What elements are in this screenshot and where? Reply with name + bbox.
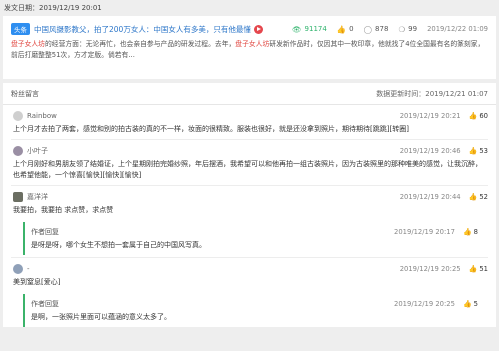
- thumb-up-icon: 👍: [468, 192, 478, 201]
- comment-icon: ◯: [363, 24, 373, 34]
- comment-username: -: [27, 264, 30, 273]
- article-excerpt: 盘子女人坊的经营方面：无论再忙，也会亲自参与产品的研发过程。去年，盘子女人坊研发…: [11, 40, 485, 59]
- thumb-up-icon: 👍: [468, 146, 478, 155]
- reply-text: 是啊，一张照片里面可以蕴涵的意义太多了。: [31, 313, 171, 321]
- thumb-up-icon: 👍: [462, 299, 472, 308]
- reply-time: 2019/12/19 20:17: [394, 227, 455, 236]
- article-card[interactable]: 头条 中国风摄影教父，拍了200万女人：中国女人有多美，只有他最懂 👁 91174…: [3, 16, 496, 79]
- comment-time: 2019/12/19 20:21: [399, 111, 461, 120]
- comment-like[interactable]: 👍 53: [469, 147, 488, 155]
- thumb-up-icon: 👍: [468, 264, 478, 273]
- comment-time: 2019/12/19 20:46: [399, 146, 461, 155]
- data-updated-time: 数据更新时间：2019/12/21 01:07: [376, 89, 488, 98]
- comment-item: 嘉洋洋 2019/12/19 20:44 👍 52 我要拍，我要拍 求点赞，求点赞: [3, 186, 496, 220]
- author-reply: 作者回复 2019/12/19 20:25 👍 5 是啊，一张照片里面可以蕴涵的意义…: [23, 294, 486, 327]
- comments-stat: ◯ 878: [363, 24, 389, 34]
- reply-text: 是呀是呀，哪个女生不想拍一套属于自己的中国风写真。: [31, 241, 206, 249]
- shares-stat: ❍ 99: [398, 24, 418, 34]
- avatar: [13, 110, 23, 121]
- reply-time: 2019/12/19 20:25: [394, 299, 455, 308]
- reply-like[interactable]: 👍 8: [463, 228, 478, 236]
- share-icon: ❍: [398, 24, 406, 34]
- comment-text: 美到窒息[爱心]: [13, 278, 61, 286]
- comment-text: 上个月刚好和男朋友领了结婚证，上个星期刚拍完婚纱照，年后摆酒，我希望可以和他再拍…: [13, 160, 482, 179]
- comment-username: Rainbow: [27, 111, 57, 120]
- reply-author: 作者回复: [31, 227, 59, 236]
- comment-like[interactable]: 👍 60: [469, 112, 488, 120]
- reply-like[interactable]: 👍 5: [463, 300, 478, 308]
- eye-icon: 👁: [292, 24, 302, 34]
- comment-time: 2019/12/19 20:44: [399, 192, 461, 201]
- thumb-up-icon: 👍: [462, 227, 472, 236]
- avatar: [13, 191, 23, 202]
- comment-text: 我要拍，我要拍 求点赞，求点赞: [13, 206, 114, 214]
- section-title: 粉丝留言: [11, 89, 39, 98]
- headline-tag: 头条: [11, 23, 30, 35]
- avatar: [13, 263, 23, 274]
- likes-stat: 👍 0: [336, 24, 354, 34]
- publish-date: 发文日期：2019/12/19 20:01: [4, 4, 102, 12]
- comment-username: 小叶子: [27, 146, 48, 155]
- comments-section: 粉丝留言 数据更新时间：2019/12/21 01:07 Rainbow 201…: [3, 83, 496, 327]
- comment-item: 小叶子 2019/12/19 20:46 👍 53 上个月刚好和男朋友领了结婚证，上…: [3, 140, 496, 185]
- views-stat: 👁 91174: [292, 24, 327, 34]
- thumb-up-icon: 👍: [336, 24, 347, 34]
- reply-author: 作者回复: [31, 299, 59, 308]
- article-title[interactable]: 中国风摄影教父，拍了200万女人：中国女人有多美，只有他最懂: [34, 24, 251, 35]
- comment-text: 上个月才去拍了两套，感觉和别的拍古装的真的不一样，妆面的很精致。服装也很好，就是…: [13, 125, 409, 133]
- comment-like[interactable]: 👍 52: [469, 193, 488, 201]
- comment-item: Rainbow 2019/12/19 20:21 👍 60 上个月才去拍了两套，感觉…: [3, 105, 496, 139]
- thumb-up-icon: 👍: [468, 111, 478, 120]
- avatar: [13, 145, 23, 156]
- comment-like[interactable]: 👍 51: [469, 265, 488, 273]
- video-play-icon[interactable]: [253, 24, 263, 34]
- comment-time: 2019/12/19 20:25: [399, 264, 461, 273]
- comment-item: - 2019/12/19 20:25 👍 51 美到窒息[爱心]: [3, 258, 496, 292]
- comment-username: 嘉洋洋: [27, 192, 48, 201]
- author-reply: 作者回复 2019/12/19 20:17 👍 8 是呀是呀，哪个女生不想拍一套属于…: [23, 222, 486, 255]
- article-time: 2019/12/22 01:09: [427, 25, 488, 33]
